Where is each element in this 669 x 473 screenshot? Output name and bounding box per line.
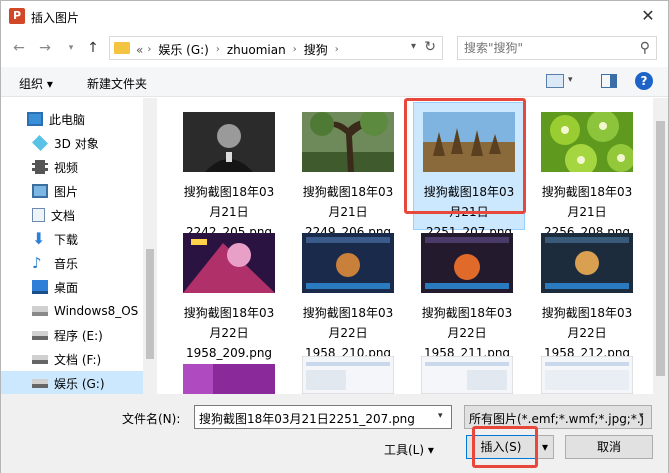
cancel-button[interactable]: 取消 bbox=[565, 435, 653, 459]
chevron-right-icon: › bbox=[334, 44, 339, 55]
video-icon bbox=[32, 160, 48, 174]
chevron-right-icon: › bbox=[292, 44, 297, 55]
filename-label: 文件名(N): bbox=[122, 412, 181, 426]
address-dropdown-icon[interactable]: ▾ bbox=[411, 41, 416, 52]
breadcrumb-overflow[interactable]: « bbox=[136, 43, 143, 57]
screenshot-thumbnail bbox=[421, 356, 513, 394]
forest-thumbnail bbox=[302, 108, 394, 172]
sidebar-item-drive-f[interactable]: 文档 (F:) bbox=[1, 347, 143, 371]
forward-arrow-icon[interactable]: → bbox=[35, 38, 55, 58]
search-input[interactable] bbox=[458, 37, 628, 59]
download-icon: ⬇ bbox=[32, 229, 46, 248]
insert-dropdown-icon[interactable]: ▾ bbox=[536, 435, 554, 459]
preview-pane-icon[interactable] bbox=[601, 74, 617, 88]
document-icon bbox=[32, 208, 45, 222]
organize-button[interactable]: 组织 ▾ bbox=[19, 75, 53, 92]
game-art-thumbnail bbox=[183, 233, 275, 293]
file-item[interactable]: 搜狗截图18年03 月22日 1958_210.png bbox=[292, 233, 404, 363]
navigation-pane: 此电脑 3D 对象 视频 图片 文档 ⬇ 下载 ♪ 音乐 桌面 Windows8… bbox=[1, 98, 157, 394]
sidebar-scrollbar-thumb[interactable] bbox=[146, 249, 154, 359]
chevron-down-icon[interactable]: ▾ bbox=[568, 75, 573, 85]
pictures-icon bbox=[32, 184, 48, 198]
annotation-highlight-file bbox=[404, 98, 526, 214]
game-screen-thumbnail bbox=[541, 233, 633, 293]
filename-input[interactable]: 搜狗截图18年03月21日2251_207.png bbox=[194, 405, 452, 429]
sidebar-item-this-pc[interactable]: 此电脑 bbox=[1, 107, 143, 131]
close-button[interactable]: ✕ bbox=[634, 5, 662, 27]
sidebar-item-desktop[interactable]: 桌面 bbox=[1, 275, 143, 299]
chevron-right-icon: › bbox=[147, 44, 152, 55]
breadcrumb-drive[interactable]: 娱乐 (G:) bbox=[158, 41, 209, 58]
annotation-highlight-insert bbox=[472, 426, 538, 468]
screenshot-thumbnail bbox=[302, 356, 394, 394]
search-icon[interactable]: ⚲ bbox=[640, 40, 650, 56]
sidebar-item-windows8-os[interactable]: Windows8_OS bbox=[1, 299, 143, 323]
purple-thumbnail bbox=[183, 364, 275, 394]
powerpoint-icon: P bbox=[9, 8, 25, 24]
sidebar-item-3d-objects[interactable]: 3D 对象 bbox=[1, 131, 143, 155]
up-arrow-icon[interactable]: ↑ bbox=[83, 38, 103, 58]
file-item[interactable]: 搜狗截图18年03 月21日 2249_206.png bbox=[292, 108, 404, 242]
drive-icon bbox=[32, 354, 48, 364]
drive-icon bbox=[32, 306, 48, 316]
chevron-down-icon[interactable]: ▾ bbox=[639, 411, 644, 421]
sidebar-item-drive-e[interactable]: 程序 (E:) bbox=[1, 323, 143, 347]
sidebar-item-videos[interactable]: 视频 bbox=[1, 155, 143, 179]
command-bar: 组织 ▾ 新建文件夹 ▾ ? bbox=[1, 67, 668, 97]
chevron-down-icon[interactable]: ▾ bbox=[438, 411, 443, 421]
title-bar: P 插入图片 ✕ bbox=[1, 1, 668, 31]
new-folder-button[interactable]: 新建文件夹 bbox=[87, 75, 147, 92]
sidebar-item-drive-g[interactable]: 娱乐 (G:) bbox=[1, 371, 143, 394]
game-screen-thumbnail bbox=[421, 233, 513, 293]
kiwi-thumbnail bbox=[541, 110, 635, 176]
back-arrow-icon[interactable]: ← bbox=[9, 38, 29, 58]
window-title: 插入图片 bbox=[31, 11, 80, 25]
breadcrumb: « › 娱乐 (G:) › zhuomian › 搜狗 › bbox=[136, 41, 346, 58]
cube-icon bbox=[32, 135, 48, 151]
file-item[interactable]: 搜狗截图18年03 月22日 1958_209.png bbox=[173, 233, 285, 363]
refresh-icon[interactable]: ↻ bbox=[424, 39, 436, 55]
screenshot-thumbnail bbox=[541, 356, 633, 394]
search-box[interactable]: ⚲ bbox=[457, 36, 657, 60]
help-icon[interactable]: ? bbox=[635, 72, 653, 90]
sidebar-item-documents[interactable]: 文档 bbox=[1, 203, 143, 227]
file-list-scrollbar-thumb[interactable] bbox=[656, 121, 665, 376]
breadcrumb-folder[interactable]: zhuomian bbox=[227, 43, 286, 57]
sidebar-item-music[interactable]: ♪ 音乐 bbox=[1, 251, 143, 275]
portrait-thumbnail bbox=[183, 112, 275, 172]
insert-picture-dialog: P 插入图片 ✕ ← → ▾ ↑ « › 娱乐 (G:) › zhuomian … bbox=[0, 0, 669, 473]
game-screen-thumbnail bbox=[302, 233, 394, 293]
file-item[interactable]: 搜狗截图18年03 月22日 1958_211.png bbox=[411, 233, 523, 363]
file-item[interactable]: 搜狗截图18年03 月21日 2256_208.png bbox=[531, 110, 643, 242]
view-options-icon[interactable] bbox=[546, 74, 564, 88]
tools-button[interactable]: 工具(L) ▾ bbox=[384, 441, 434, 458]
drive-icon bbox=[32, 378, 48, 388]
sidebar-item-pictures[interactable]: 图片 bbox=[1, 179, 143, 203]
folder-icon bbox=[114, 42, 130, 54]
file-item[interactable]: 搜狗截图18年03 月22日 1958_212.png bbox=[531, 233, 643, 363]
music-icon: ♪ bbox=[32, 254, 42, 272]
breadcrumb-current[interactable]: 搜狗 bbox=[304, 41, 328, 58]
computer-icon bbox=[27, 112, 43, 126]
drive-icon bbox=[32, 330, 48, 340]
recent-dropdown-icon[interactable]: ▾ bbox=[61, 38, 81, 58]
sidebar-item-downloads[interactable]: ⬇ 下载 bbox=[1, 227, 143, 251]
desktop-icon bbox=[32, 280, 48, 294]
file-item[interactable]: 搜狗截图18年03 月21日 2242_205.png bbox=[173, 112, 285, 242]
address-bar[interactable]: « › 娱乐 (G:) › zhuomian › 搜狗 › ▾ ↻ bbox=[109, 36, 443, 60]
chevron-right-icon: › bbox=[215, 44, 220, 55]
